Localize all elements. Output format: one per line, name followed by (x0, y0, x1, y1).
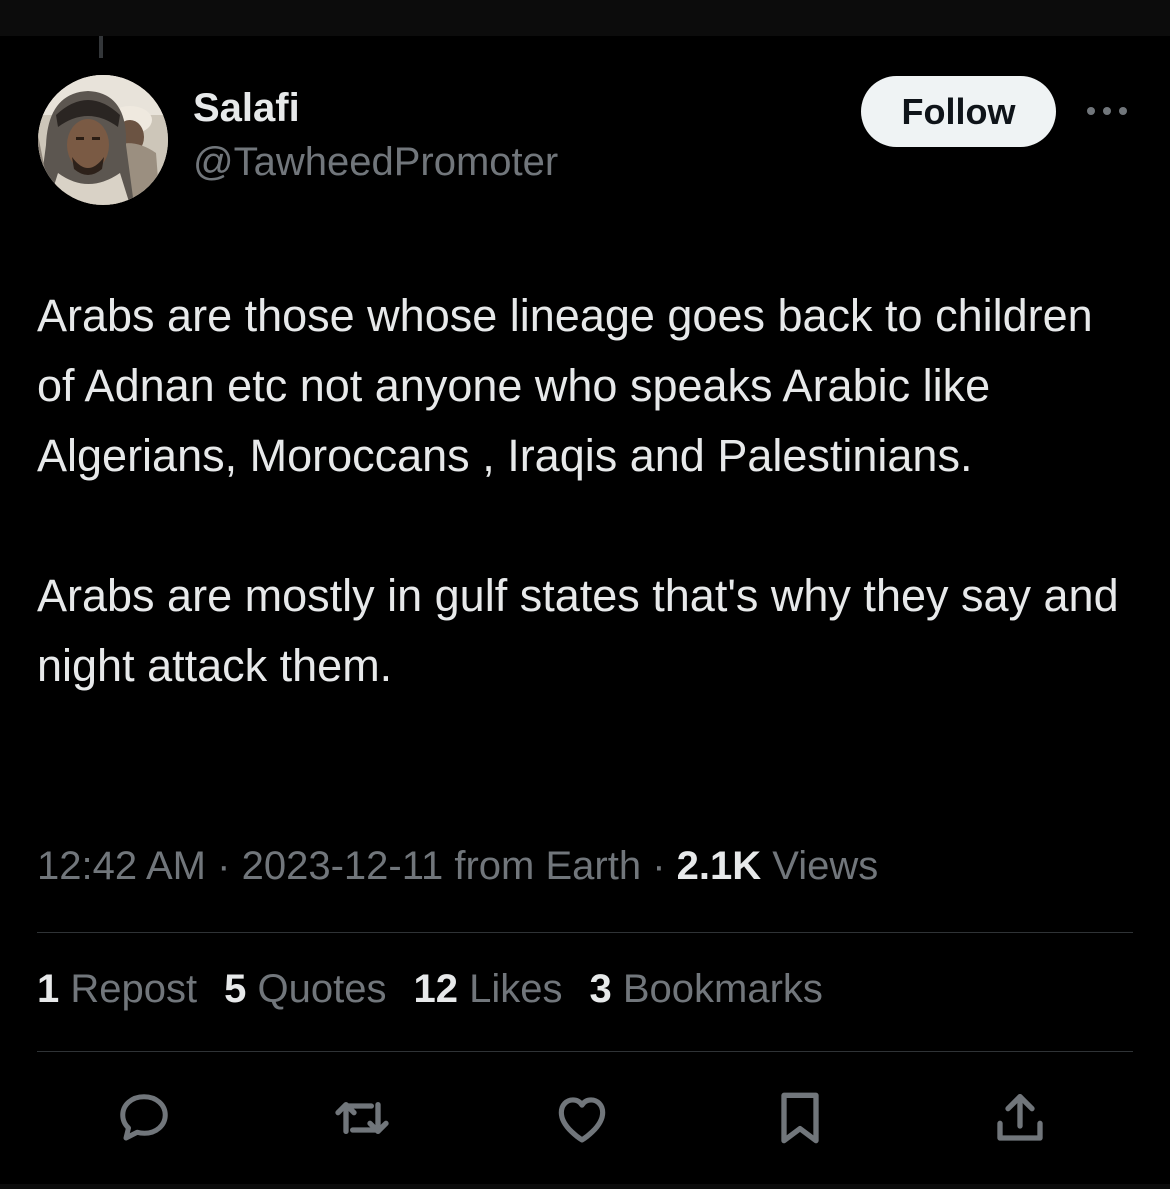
quotes-label: Quotes (257, 967, 387, 1011)
more-options-button[interactable] (1082, 94, 1132, 128)
engagement-stats: 1 Repost 5 Quotes 12 Likes 3 Bookmarks (37, 967, 823, 1012)
divider (37, 932, 1133, 933)
divider (37, 1051, 1133, 1052)
repost-label: Repost (70, 967, 198, 1011)
likes-stat[interactable]: 12 Likes (413, 967, 562, 1012)
repost-count: 1 (37, 967, 60, 1011)
meta-separator: · (652, 844, 666, 888)
bottom-strip (0, 1184, 1170, 1189)
likes-count: 12 (413, 967, 458, 1011)
thread-connector-line (99, 36, 103, 58)
avatar-photo-icon (38, 75, 168, 205)
bookmark-button[interactable] (768, 1086, 832, 1150)
author-handle[interactable]: @TawheedPromoter (193, 140, 558, 185)
bookmarks-stat[interactable]: 3 Bookmarks (589, 967, 822, 1012)
more-options-icon (1087, 107, 1127, 115)
tweet-meta: 12:42 AM · 2023-12-11 from Earth · 2.1K … (37, 844, 878, 889)
bookmarks-count: 3 (589, 967, 612, 1011)
repost-stat[interactable]: 1 Repost (37, 967, 197, 1012)
bookmarks-label: Bookmarks (622, 967, 823, 1011)
share-icon (997, 1094, 1043, 1141)
tweet-paragraph: Arabs are mostly in gulf states that's w… (37, 570, 1119, 691)
views-label[interactable]: Views (772, 844, 878, 888)
views-count[interactable]: 2.1K (677, 844, 762, 888)
tweet-date[interactable]: 2023-12-11 (242, 844, 444, 888)
tweet-text: Arabs are those whose lineage goes back … (37, 281, 1137, 701)
tweet-time[interactable]: 12:42 AM (37, 844, 206, 888)
bookmark-icon (781, 1092, 819, 1144)
avatar[interactable] (38, 75, 168, 205)
like-button[interactable] (550, 1086, 614, 1150)
quotes-count: 5 (224, 967, 247, 1011)
reply-icon (120, 1094, 168, 1141)
tweet-paragraph: Arabs are those whose lineage goes back … (37, 290, 1093, 481)
reply-button[interactable] (112, 1086, 176, 1150)
repost-button[interactable] (330, 1086, 394, 1150)
author-display-name[interactable]: Salafi (193, 86, 300, 131)
quotes-stat[interactable]: 5 Quotes (224, 967, 386, 1012)
meta-separator: · (217, 844, 231, 888)
share-button[interactable] (988, 1086, 1052, 1150)
tweet-source: from Earth (454, 844, 642, 888)
top-status-strip (0, 0, 1170, 36)
follow-button[interactable]: Follow (861, 76, 1056, 147)
like-icon (558, 1097, 606, 1143)
likes-label: Likes (469, 967, 563, 1011)
repost-icon (335, 1102, 389, 1134)
